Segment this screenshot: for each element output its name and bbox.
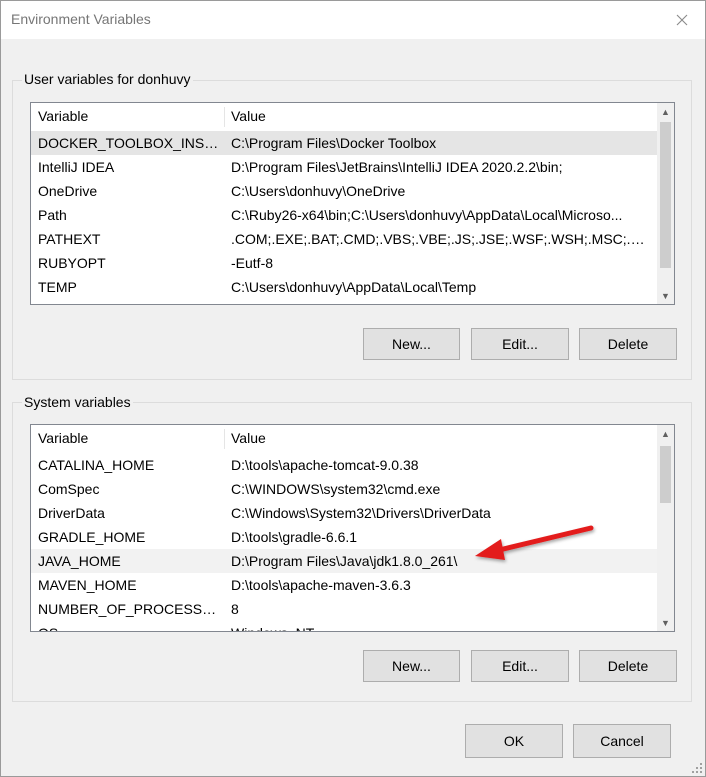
variable-name: TMP bbox=[38, 299, 224, 304]
user-list-header: Variable Value bbox=[31, 103, 657, 129]
list-item[interactable]: IntelliJ IDEA D:\Program Files\JetBrains\… bbox=[31, 155, 657, 179]
user-new-button[interactable]: New... bbox=[363, 328, 460, 360]
user-delete-button[interactable]: Delete bbox=[579, 328, 677, 360]
variable-name: ComSpec bbox=[38, 481, 100, 497]
variable-name: CATALINA_HOME bbox=[38, 457, 155, 473]
variable-name: NUMBER_OF_PROCESSORS bbox=[38, 601, 224, 617]
column-header-variable[interactable]: Variable bbox=[31, 425, 88, 451]
window-title: Environment Variables bbox=[11, 11, 151, 27]
list-item[interactable]: RUBYOPT -Eutf-8 bbox=[31, 251, 657, 275]
column-header-value[interactable]: Value bbox=[224, 103, 266, 129]
variable-value: C:\Ruby26-x64\bin;C:\Users\donhuvy\AppDa… bbox=[231, 207, 623, 223]
environment-variables-dialog: Environment Variables User variables for… bbox=[0, 0, 706, 777]
list-item[interactable]: PATHEXT .COM;.EXE;.BAT;.CMD;.VBS;.VBE;.JS… bbox=[31, 227, 657, 251]
scrollbar-thumb[interactable] bbox=[660, 122, 671, 268]
variable-name: Path bbox=[38, 207, 67, 223]
variable-name: MAVEN_HOME bbox=[38, 577, 137, 593]
variable-value: -Eutf-8 bbox=[231, 255, 274, 271]
resize-grip-icon[interactable] bbox=[691, 762, 703, 774]
variable-value: 8 bbox=[231, 601, 239, 617]
variable-name: DriverData bbox=[38, 505, 105, 521]
list-item[interactable]: TMP C:\Users\donhuvy\AppData\Local\Temp bbox=[31, 299, 657, 304]
variable-name: TEMP bbox=[38, 279, 77, 295]
variable-value: C:\Users\donhuvy\AppData\Local\Temp bbox=[231, 279, 477, 295]
variable-name: IntelliJ IDEA bbox=[38, 159, 115, 175]
system-new-button[interactable]: New... bbox=[363, 650, 460, 682]
list-item[interactable]: TEMP C:\Users\donhuvy\AppData\Local\Temp bbox=[31, 275, 657, 299]
variable-name: JAVA_HOME bbox=[38, 553, 121, 569]
list-item[interactable]: CATALINA_HOME D:\tools\apache-tomcat-9.0.… bbox=[31, 453, 657, 477]
variable-value: C:\Users\donhuvy\AppData\Local\Temp bbox=[231, 299, 651, 304]
column-header-variable[interactable]: Variable bbox=[31, 103, 88, 129]
variable-value: C:\Users\donhuvy\OneDrive bbox=[231, 183, 406, 199]
user-variables-label: User variables for donhuvy bbox=[22, 71, 193, 87]
scroll-down-icon[interactable]: ▼ bbox=[657, 614, 674, 631]
list-item[interactable]: ComSpec C:\WINDOWS\system32\cmd.exe bbox=[31, 477, 657, 501]
scroll-up-icon[interactable]: ▲ bbox=[657, 103, 674, 120]
variable-name: RUBYOPT bbox=[38, 255, 106, 271]
system-edit-button[interactable]: Edit... bbox=[471, 650, 569, 682]
variable-name: DOCKER_TOOLBOX_INSTA... bbox=[38, 135, 224, 151]
scroll-up-icon[interactable]: ▲ bbox=[657, 425, 674, 442]
list-item[interactable]: OS Windows_NT bbox=[31, 621, 657, 631]
close-button[interactable] bbox=[659, 1, 705, 39]
cancel-button[interactable]: Cancel bbox=[573, 724, 671, 758]
list-item[interactable]: OneDrive C:\Users\donhuvy\OneDrive bbox=[31, 179, 657, 203]
user-variables-list[interactable]: Variable Value DOCKER_TOOLBOX_INSTA... C:… bbox=[30, 102, 675, 305]
close-icon bbox=[676, 14, 688, 26]
system-list-header: Variable Value bbox=[31, 425, 657, 451]
scrollbar-thumb[interactable] bbox=[660, 446, 671, 503]
variable-value: C:\Program Files\Docker Toolbox bbox=[231, 135, 437, 151]
list-item[interactable]: NUMBER_OF_PROCESSORS 8 bbox=[31, 597, 657, 621]
variable-name: OS bbox=[38, 621, 224, 631]
user-list-scrollbar[interactable]: ▲ ▼ bbox=[657, 103, 674, 304]
ok-button[interactable]: OK bbox=[465, 724, 563, 758]
annotation-arrow-icon bbox=[475, 525, 594, 560]
scroll-down-icon[interactable]: ▼ bbox=[657, 287, 674, 304]
system-variables-label: System variables bbox=[22, 394, 133, 410]
list-item[interactable]: DOCKER_TOOLBOX_INSTA... C:\Program Files\… bbox=[31, 131, 657, 155]
list-item[interactable]: Path C:\Ruby26-x64\bin;C:\Users\donhuvy\A… bbox=[31, 203, 657, 227]
column-header-value[interactable]: Value bbox=[224, 425, 266, 451]
variable-value: C:\WINDOWS\system32\cmd.exe bbox=[231, 481, 441, 497]
system-list-scrollbar[interactable]: ▲ ▼ bbox=[657, 425, 674, 631]
variable-value: D:\tools\apache-tomcat-9.0.38 bbox=[231, 457, 419, 473]
variable-name: PATHEXT bbox=[38, 231, 101, 247]
variable-value: D:\Program Files\JetBrains\IntelliJ IDEA… bbox=[231, 159, 563, 175]
variable-name: OneDrive bbox=[38, 183, 98, 199]
user-edit-button[interactable]: Edit... bbox=[471, 328, 569, 360]
system-delete-button[interactable]: Delete bbox=[579, 650, 677, 682]
variable-name: GRADLE_HOME bbox=[38, 529, 146, 545]
variable-value: Windows_NT bbox=[231, 621, 651, 631]
title-bar: Environment Variables bbox=[1, 1, 705, 39]
variable-value: .COM;.EXE;.BAT;.CMD;.VBS;.VBE;.JS;.JSE;.… bbox=[231, 231, 651, 247]
